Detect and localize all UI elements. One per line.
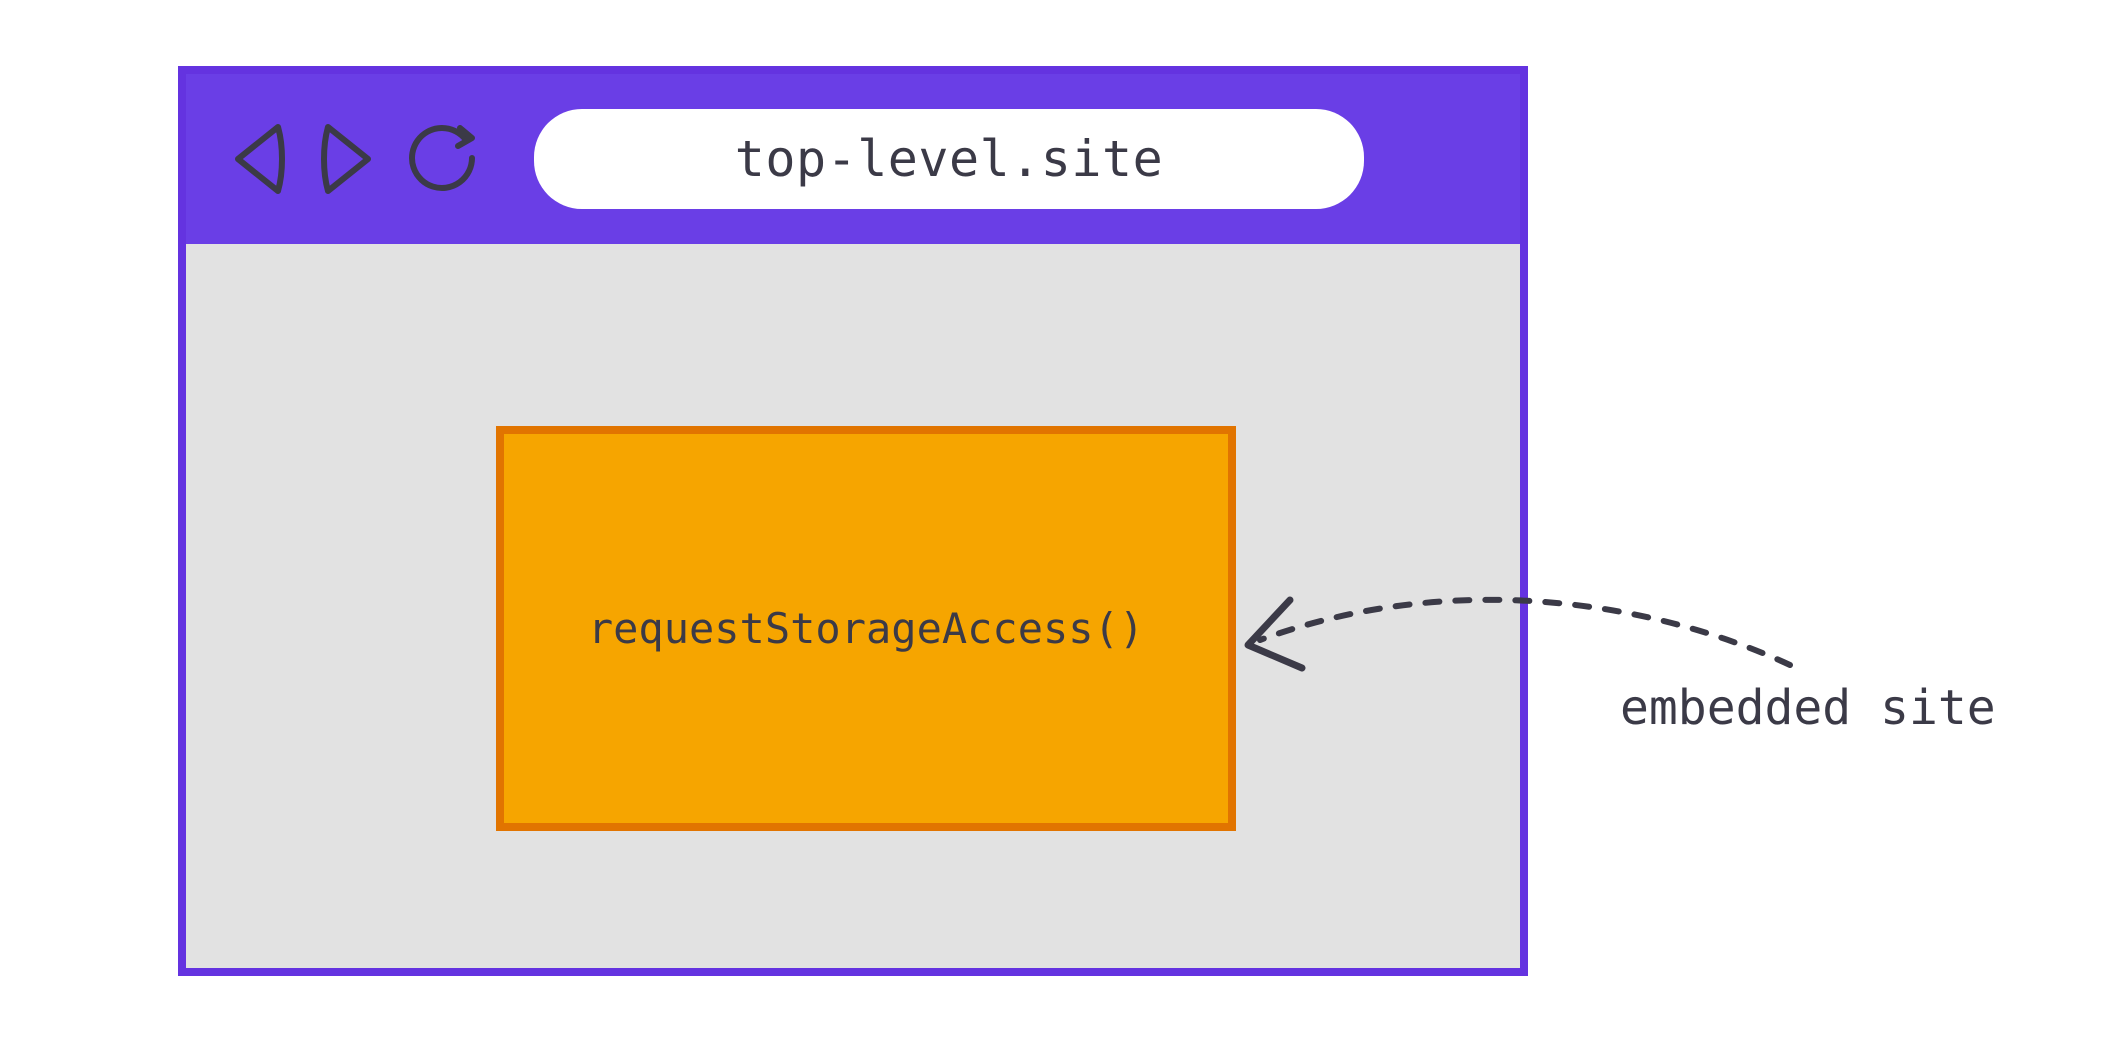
browser-toolbar: top-level.site xyxy=(186,74,1520,244)
browser-window: top-level.site requestStorageAccess() xyxy=(178,66,1528,976)
reload-icon xyxy=(404,120,482,198)
back-icon xyxy=(228,121,290,197)
address-bar-url: top-level.site xyxy=(735,130,1163,188)
diagram-canvas: top-level.site requestStorageAccess() em… xyxy=(0,0,2102,1056)
address-bar: top-level.site xyxy=(534,109,1364,209)
embedded-site-code: requestStorageAccess() xyxy=(588,604,1144,653)
embedded-site-frame: requestStorageAccess() xyxy=(496,426,1236,831)
annotation-label: embedded site xyxy=(1620,680,1996,736)
browser-viewport: requestStorageAccess() xyxy=(186,244,1520,968)
forward-icon xyxy=(316,121,378,197)
